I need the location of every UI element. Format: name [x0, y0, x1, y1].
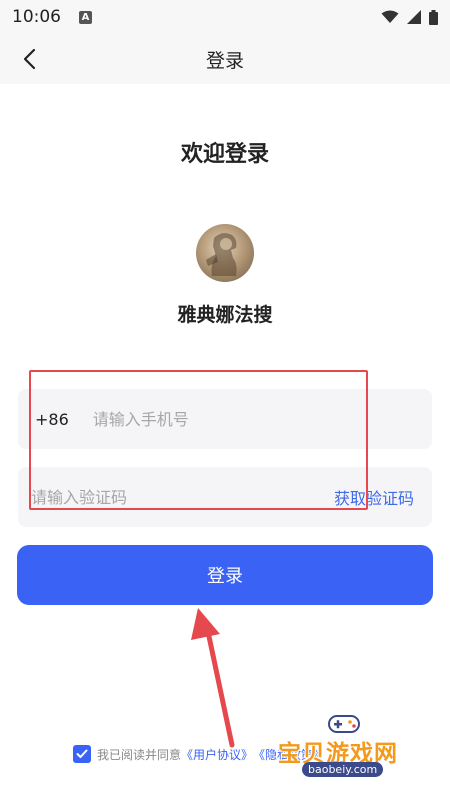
gamepad-icon [328, 715, 360, 733]
privacy-policy-link[interactable]: 《隐私政策》 [253, 746, 325, 763]
chevron-left-icon [23, 48, 36, 70]
athena-statue-icon [206, 233, 237, 276]
phone-field: +86 [18, 389, 432, 449]
country-code-selector[interactable]: +86 [35, 410, 69, 429]
page-title: 登录 [205, 49, 244, 72]
back-button[interactable] [14, 44, 44, 74]
nav-bar: 登录 [0, 34, 450, 84]
login-button[interactable]: 登录 [17, 545, 433, 605]
verification-code-input[interactable] [31, 467, 311, 527]
wifi-icon [381, 10, 399, 23]
signal-icon [407, 10, 421, 24]
login-screen: 10:06 A 登录 欢迎登录 雅典娜法搜 +86 请输入手机号 请输入验证码 … [0, 0, 450, 800]
app-logo [196, 224, 254, 282]
notification-icon: A [79, 10, 92, 24]
agreement-text: 我已阅读并同意 [97, 747, 182, 762]
phone-input[interactable] [92, 389, 393, 449]
welcome-title: 欢迎登录 [180, 142, 269, 167]
user-agreement-link[interactable]: 《用户协议》 [181, 746, 253, 763]
status-icons [381, 9, 438, 25]
agreement-row: 我已阅读并同意 《用户协议》 《隐私政策》 [73, 743, 325, 765]
battery-icon [429, 9, 438, 25]
get-code-button[interactable]: 获取验证码 [334, 485, 414, 509]
app-name: 雅典娜法搜 [177, 304, 273, 326]
check-icon [76, 749, 88, 758]
status-bar: 10:06 A [0, 0, 450, 34]
verification-code-field: 获取验证码 [18, 467, 432, 527]
status-time: 10:06 [12, 7, 61, 27]
agree-checkbox[interactable] [73, 745, 91, 763]
